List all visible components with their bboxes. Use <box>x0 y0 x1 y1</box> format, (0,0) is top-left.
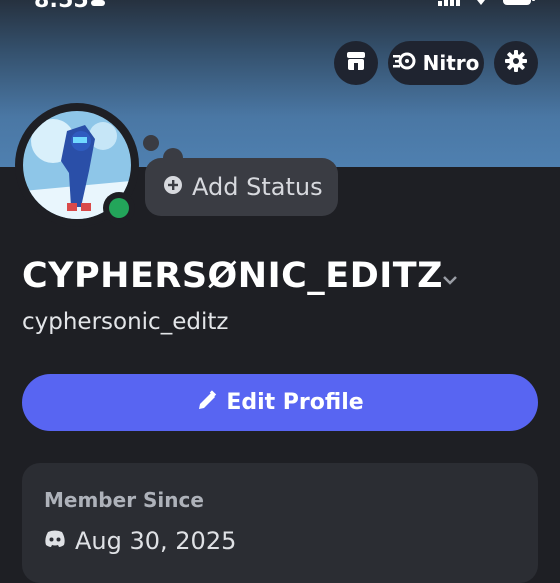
plus-circle-icon <box>163 175 183 199</box>
discord-icon <box>44 530 66 552</box>
status-bubble-dot <box>143 135 159 151</box>
wifi-icon <box>470 0 492 10</box>
edit-profile-label: Edit Profile <box>226 390 364 415</box>
member-since-row: Aug 30, 2025 <box>44 527 236 555</box>
add-status-button[interactable]: Add Status <box>145 158 338 216</box>
nitro-label: Nitro <box>422 51 480 75</box>
shop-icon <box>345 50 367 76</box>
member-since-card: Member Since Aug 30, 2025 <box>22 463 538 583</box>
add-status-label: Add Status <box>192 173 323 201</box>
nitro-button[interactable]: Nitro <box>388 41 484 85</box>
status-icons <box>438 0 536 10</box>
chevron-down-icon[interactable] <box>442 270 458 289</box>
status-time: 8:55 <box>34 0 89 13</box>
online-status-indicator <box>103 192 135 224</box>
person-icon <box>90 0 106 10</box>
nitro-icon <box>392 51 417 75</box>
pencil-icon <box>196 389 218 416</box>
gear-icon <box>504 49 528 77</box>
signal-icon <box>438 0 460 10</box>
display-name: CYPHERSØNIC_EDITZ <box>22 256 444 296</box>
member-since-date: Aug 30, 2025 <box>75 527 237 555</box>
edit-profile-button[interactable]: Edit Profile <box>22 374 538 431</box>
username: cyphersonic_editz <box>22 309 229 335</box>
member-since-title: Member Since <box>44 488 204 512</box>
settings-button[interactable] <box>494 41 538 85</box>
battery-icon <box>502 0 536 10</box>
shop-button[interactable] <box>334 41 378 85</box>
status-bar: 8:55 <box>0 0 560 16</box>
